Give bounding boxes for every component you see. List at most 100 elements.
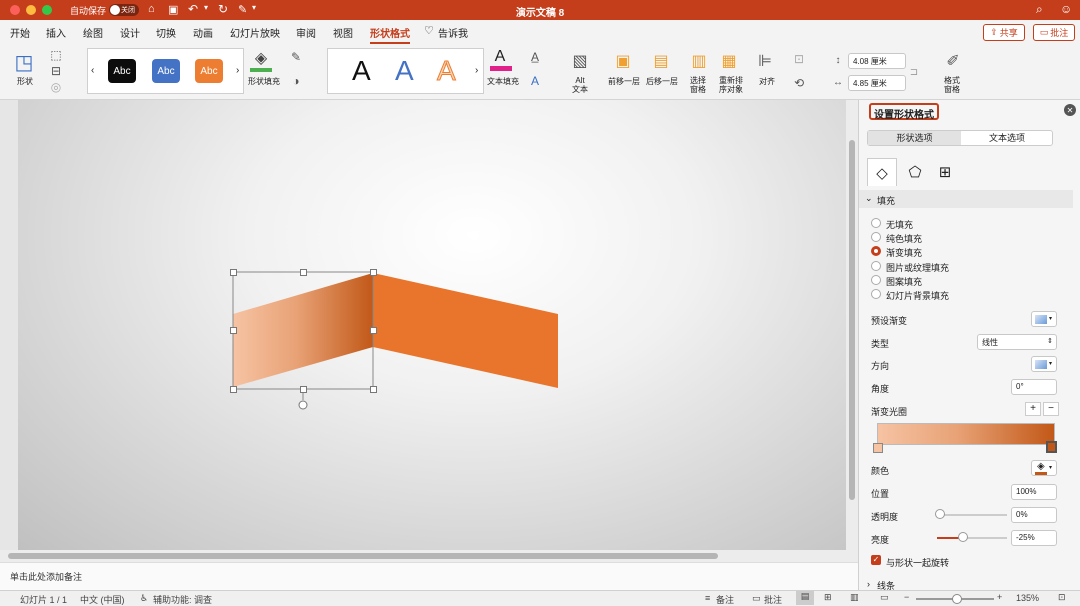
rotate-icon[interactable]: ⟲ [790, 76, 808, 90]
zoom-out-icon[interactable]: − [904, 592, 909, 602]
share-button[interactable]: ⇪ 共享 [983, 24, 1025, 41]
redo-icon[interactable]: ↻ [218, 2, 228, 16]
size-properties-icon[interactable]: ⊞ [933, 160, 957, 184]
edit-shape-icon[interactable]: ⬚ [46, 48, 66, 62]
tab-home[interactable]: 开始 [10, 25, 30, 40]
resize-handle-sw[interactable] [230, 386, 237, 393]
minimize-window-button[interactable] [26, 5, 36, 15]
text-box-icon[interactable]: ⊟ [46, 64, 66, 78]
add-stop-button[interactable]: + [1025, 402, 1041, 416]
lock-aspect-icon[interactable]: ⊐ [908, 58, 920, 86]
width-input[interactable]: 4.85 厘米 [848, 75, 906, 91]
effects-icon[interactable]: ⬠ [903, 160, 927, 184]
horizontal-scroll-thumb[interactable] [8, 553, 718, 559]
fill-section-header[interactable]: ⌄ 填充 [859, 190, 1073, 208]
reading-view-icon[interactable]: ▥ [850, 592, 859, 603]
resize-handle-n[interactable] [300, 269, 307, 276]
alt-text-icon[interactable]: ▧ [568, 50, 592, 72]
tab-insert[interactable]: 插入 [46, 25, 66, 40]
shapes-icon[interactable]: ◳ [10, 50, 38, 74]
align-icon[interactable]: ⊫ [754, 50, 776, 72]
accessibility-status[interactable]: 辅助功能: 调查 [153, 593, 212, 606]
search-icon[interactable]: ⌕ [1036, 2, 1043, 17]
slide-sorter-icon[interactable]: ⊞ [824, 592, 832, 603]
home-icon[interactable]: ⌂ [148, 3, 155, 15]
tab-view[interactable]: 视图 [333, 25, 353, 40]
paint-bucket-icon[interactable]: ◈ [250, 48, 272, 68]
wordart-next-icon[interactable]: › [475, 65, 478, 76]
brightness-slider-thumb[interactable] [958, 532, 968, 542]
normal-view-icon[interactable]: ▤ [796, 591, 814, 605]
radio-no-fill[interactable] [871, 218, 881, 228]
style-blue[interactable]: Abc [152, 59, 180, 83]
close-pane-icon[interactable]: ✕ [1064, 104, 1076, 116]
tab-animations[interactable]: 动画 [193, 25, 213, 40]
gradient-stop-end[interactable] [1046, 441, 1057, 453]
brightness-slider[interactable] [937, 537, 1007, 539]
tab-transitions[interactable]: 切换 [156, 25, 176, 40]
wordart-black[interactable]: A [352, 55, 371, 87]
zoom-window-button[interactable] [42, 5, 52, 15]
fill-line-icon[interactable]: ◇ [867, 158, 897, 186]
text-effects-icon[interactable]: A [526, 74, 544, 88]
radio-background-fill[interactable] [871, 289, 881, 299]
wordart-orange[interactable]: A [437, 55, 457, 87]
orange-panel-shape[interactable] [373, 273, 558, 388]
group-icon[interactable]: ⊡ [790, 52, 808, 66]
tab-text-options[interactable]: 文本选项 [961, 131, 1053, 145]
radio-gradient-fill[interactable] [871, 246, 881, 256]
gradient-panel-shape[interactable] [233, 273, 373, 387]
fit-slide-icon[interactable]: ⊡ [1058, 592, 1066, 603]
rotate-handle-icon[interactable] [298, 400, 308, 410]
style-orange[interactable]: Abc [195, 59, 223, 83]
tab-slideshow[interactable]: 幻灯片放映 [230, 25, 280, 40]
wordart-blue[interactable]: A [395, 55, 414, 87]
shape-effects-icon[interactable]: ◑ [286, 74, 306, 88]
slide[interactable] [18, 100, 846, 550]
angle-input[interactable]: 0° [1011, 379, 1057, 395]
tab-design[interactable]: 设计 [120, 25, 140, 40]
type-select[interactable]: 线性 ⇕ [977, 334, 1057, 350]
resize-handle-se[interactable] [370, 386, 377, 393]
radio-picture-fill[interactable] [871, 261, 881, 271]
resize-handle-e[interactable] [370, 327, 377, 334]
tab-review[interactable]: 审阅 [296, 25, 316, 40]
color-dropdown[interactable]: ◈ ▾ [1031, 460, 1057, 476]
style-black[interactable]: Abc [108, 59, 136, 83]
customize-icon[interactable]: ✎ [238, 3, 247, 16]
brightness-input[interactable]: -25% [1011, 530, 1057, 546]
vertical-scrollbar[interactable] [846, 100, 858, 550]
radio-pattern-fill[interactable] [871, 275, 881, 285]
autosave-toggle[interactable]: 关闭 [109, 4, 139, 16]
transparency-slider[interactable] [937, 514, 1007, 516]
merge-shapes-icon[interactable]: ◎ [46, 80, 66, 94]
tab-shape-format[interactable]: 形状格式 [370, 25, 410, 44]
remove-stop-button[interactable]: − [1043, 402, 1059, 416]
resize-handle-w[interactable] [230, 327, 237, 334]
resize-handle-s[interactable] [300, 386, 307, 393]
selection-pane-icon[interactable]: ▥ [688, 50, 710, 72]
undo-icon[interactable]: ↶ [188, 2, 198, 16]
tab-tell-me[interactable]: 告诉我 [438, 25, 468, 40]
close-window-button[interactable] [10, 5, 20, 15]
vertical-scroll-thumb[interactable] [849, 140, 855, 500]
account-icon[interactable]: ☺ [1060, 2, 1072, 16]
direction-dropdown[interactable]: ▾ [1031, 356, 1057, 372]
gallery-next-icon[interactable]: › [236, 65, 239, 76]
tab-draw[interactable]: 绘图 [83, 25, 103, 40]
zoom-level[interactable]: 135% [1016, 593, 1039, 603]
send-backward-icon[interactable]: ▤ [650, 50, 672, 72]
zoom-in-icon[interactable]: + [997, 592, 1002, 602]
gradient-bar[interactable] [877, 423, 1055, 445]
language-indicator[interactable]: 中文 (中国) [80, 593, 125, 606]
shape-outline-icon[interactable]: ✎ [286, 50, 306, 64]
height-input[interactable]: 4.08 厘米 [848, 53, 906, 69]
text-fill-icon[interactable]: A [490, 48, 510, 66]
preset-gradient-dropdown[interactable]: ▾ [1031, 311, 1057, 327]
rotate-with-shape-checkbox[interactable]: ✓ [871, 555, 881, 565]
customize-dropdown-icon[interactable]: ▾ [252, 3, 256, 12]
gallery-prev-icon[interactable]: ‹ [91, 65, 94, 76]
undo-dropdown-icon[interactable]: ▾ [204, 3, 208, 12]
comments-status-button[interactable]: 批注 [764, 593, 782, 606]
slideshow-icon[interactable]: ▭ [880, 592, 889, 603]
